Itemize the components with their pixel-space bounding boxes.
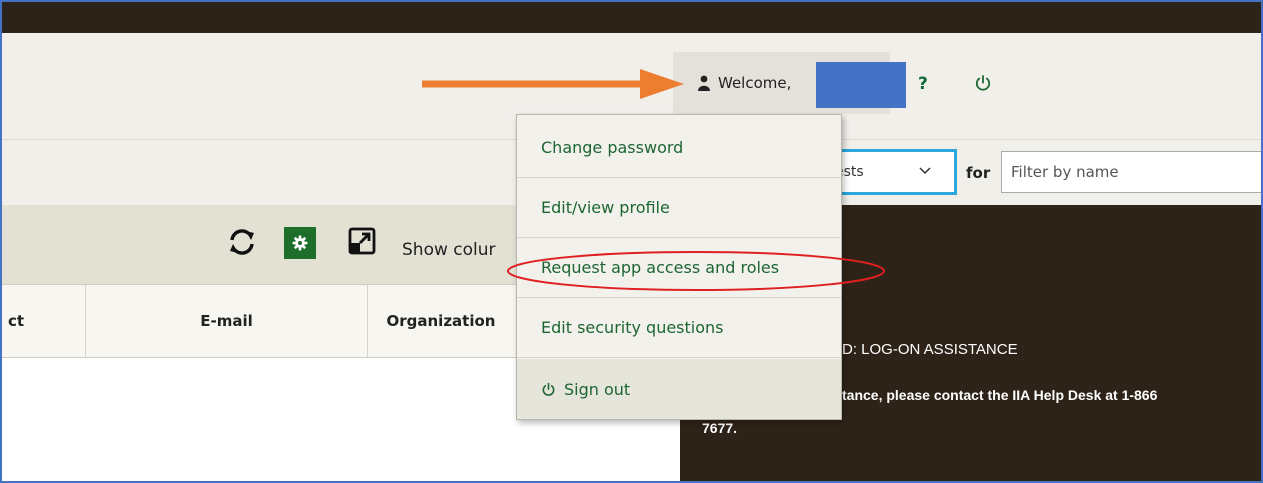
help-icon[interactable]: ? (918, 74, 928, 94)
menu-item-label: Sign out (564, 379, 631, 399)
sign-out-item[interactable]: Sign out (517, 359, 841, 419)
power-icon[interactable] (974, 74, 992, 92)
redacted-username (816, 62, 906, 108)
top-bar (2, 2, 1261, 33)
settings-gear-button[interactable] (284, 227, 316, 259)
annotation-arrow (422, 69, 684, 99)
annotation-highlight-oval (507, 251, 885, 291)
column-header-organization[interactable]: Organization (368, 285, 514, 357)
gear-icon (292, 235, 308, 251)
power-icon (541, 382, 556, 397)
welcome-text: Welcome, (718, 74, 792, 92)
menu-item-label: Edit/view profile (541, 198, 670, 217)
filter-by-name-input[interactable] (1001, 151, 1261, 193)
screenshot-frame: Welcome, ? ests for Filter by name Show … (0, 0, 1263, 483)
notice-body: tance, please contact the IIA Help Desk … (842, 387, 1158, 403)
edit-profile-item[interactable]: Edit/view profile (517, 178, 841, 238)
notice-body-continued: 7677. (702, 420, 738, 436)
edit-security-questions-item[interactable]: Edit security questions (517, 298, 841, 358)
chevron-down-icon (918, 164, 932, 178)
user-icon (698, 75, 710, 91)
column-header-email[interactable]: E-mail (86, 285, 368, 357)
expand-icon[interactable] (347, 226, 377, 256)
type-select[interactable]: ests (828, 149, 957, 195)
refresh-icon[interactable] (227, 227, 257, 257)
column-header-contact[interactable]: ct (2, 285, 86, 357)
for-label: for (966, 164, 991, 182)
notice-title: D: LOG-ON ASSISTANCE (842, 341, 1018, 358)
change-password-item[interactable]: Change password (517, 118, 841, 178)
menu-item-label: Edit security questions (541, 318, 724, 337)
show-columns-label[interactable]: Show colur (402, 240, 496, 260)
menu-item-label: Change password (541, 138, 684, 157)
